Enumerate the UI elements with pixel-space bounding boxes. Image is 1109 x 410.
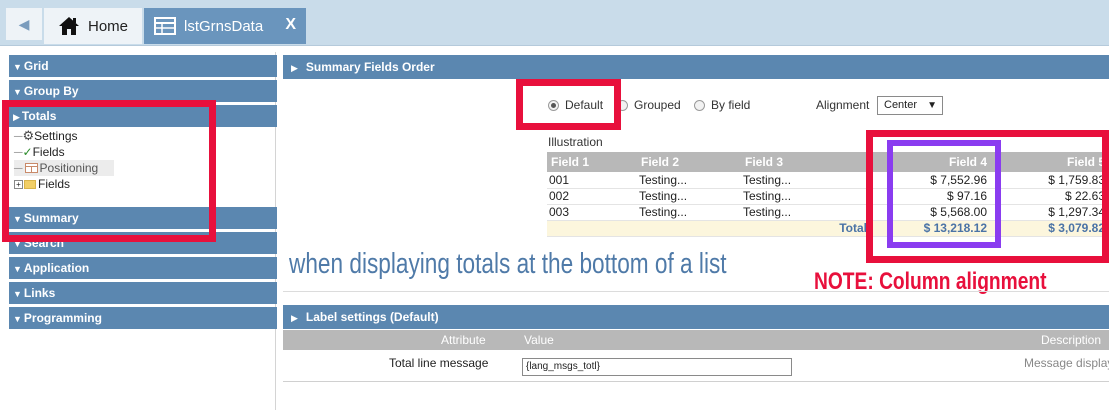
app-root: ◀ Home lstGrnsData X ▼ Grid ▼ Group By ▶ To… bbox=[0, 0, 1109, 410]
attribute-description: Message display bbox=[1024, 356, 1109, 370]
radio-by-field[interactable]: By field bbox=[694, 98, 750, 112]
triangle-right-icon: ▶ bbox=[291, 63, 298, 73]
triangle-down-icon: ▼ bbox=[13, 87, 22, 97]
back-button[interactable]: ◀ bbox=[6, 8, 42, 40]
annotation-box-totals bbox=[2, 100, 216, 242]
top-tab-bar: ◀ Home lstGrnsData X bbox=[0, 0, 1109, 46]
table-icon bbox=[154, 17, 176, 35]
label-settings-header[interactable]: ▶ Label settings (Default) bbox=[283, 305, 1109, 329]
label-settings-header-row: Attribute Value Description bbox=[283, 330, 1109, 350]
sidebar-section-grid[interactable]: ▼ Grid bbox=[9, 55, 277, 77]
triangle-down-icon: ▼ bbox=[13, 314, 22, 324]
tab-lstgrnsdata[interactable]: lstGrnsData X bbox=[144, 8, 306, 44]
alignment-label: Alignment bbox=[816, 98, 870, 112]
triangle-down-icon: ▼ bbox=[13, 264, 22, 274]
column-header-value: Value bbox=[524, 333, 554, 347]
close-tab-button[interactable]: X bbox=[285, 16, 296, 34]
column-header-field-3: Field 3 bbox=[741, 152, 871, 172]
total-line-message-input[interactable]: {lang_msgs_totl} bbox=[522, 358, 792, 376]
caret-down-icon: ▼ bbox=[927, 100, 937, 111]
sidebar-section-application[interactable]: ▼ Application bbox=[9, 257, 277, 279]
sidebar-section-group-by[interactable]: ▼ Group By bbox=[9, 80, 277, 102]
chevron-left-icon: ◀ bbox=[18, 15, 30, 32]
divider bbox=[283, 291, 1109, 292]
column-header-field-2: Field 2 bbox=[637, 152, 741, 172]
column-header-attribute: Attribute bbox=[441, 333, 486, 347]
column-header-description: Description bbox=[1041, 333, 1102, 347]
alignment-select[interactable]: Center ▼ bbox=[877, 96, 943, 115]
attribute-label: Total line message bbox=[389, 356, 489, 370]
radio-by-field-input[interactable] bbox=[694, 99, 705, 111]
total-label: Total bbox=[547, 220, 871, 237]
triangle-right-icon: ▶ bbox=[291, 313, 298, 323]
sidebar-section-links[interactable]: ▼ Links bbox=[9, 282, 277, 304]
column-header-field-1: Field 1 bbox=[547, 152, 637, 172]
annotation-box-field-4 bbox=[887, 140, 1001, 248]
home-icon bbox=[59, 17, 79, 35]
tab-home[interactable]: Home bbox=[44, 8, 142, 44]
annotation-caption: when displaying totals at the bottom of … bbox=[289, 248, 727, 280]
radio-grouped[interactable]: Grouped bbox=[617, 98, 681, 112]
annotation-box-default bbox=[516, 79, 621, 130]
triangle-down-icon: ▼ bbox=[13, 62, 22, 72]
summary-fields-order-header[interactable]: ▶ Summary Fields Order bbox=[283, 55, 1109, 79]
triangle-down-icon: ▼ bbox=[13, 289, 22, 299]
tab-lstgrnsdata-label: lstGrnsData bbox=[184, 17, 264, 35]
tab-home-label: Home bbox=[88, 17, 129, 35]
illustration-label: Illustration bbox=[548, 135, 603, 149]
sidebar-section-programming[interactable]: ▼ Programming bbox=[9, 307, 277, 329]
